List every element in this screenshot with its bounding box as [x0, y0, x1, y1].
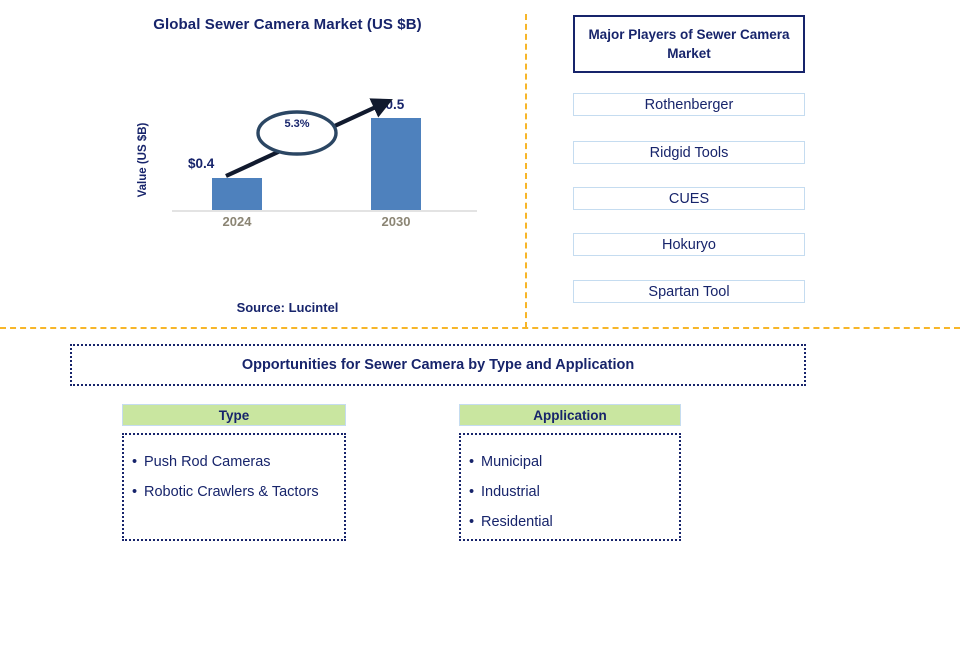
- source-note: Source: Lucintel: [236, 300, 339, 315]
- list-item: Industrial: [469, 477, 679, 507]
- column-header-type: Type: [122, 404, 346, 426]
- y-axis-label: Value (US $B): [137, 122, 149, 198]
- horizontal-divider: [0, 327, 960, 329]
- infographic-page: Global Sewer Camera Market (US $B) Value…: [0, 0, 960, 653]
- player-item[interactable]: CUES: [573, 187, 805, 210]
- application-list: Municipal Industrial Residential: [469, 447, 679, 537]
- player-item[interactable]: Ridgid Tools: [573, 141, 805, 164]
- cagr-label: 5.3%: [284, 118, 310, 130]
- players-panel-header: Major Players of Sewer Camera Market: [573, 15, 805, 73]
- bar-chart: Value (US $B) $0.4 $0.5 2024 2030 5.3%: [137, 90, 480, 240]
- player-item[interactable]: Rothenberger: [573, 93, 805, 116]
- cagr-callout-graphic: [225, 98, 393, 178]
- player-item[interactable]: Spartan Tool: [573, 280, 805, 303]
- opportunities-banner: Opportunities for Sewer Camera by Type a…: [70, 344, 806, 386]
- list-item: Municipal: [469, 447, 679, 477]
- column-box-application: Municipal Industrial Residential: [459, 433, 681, 541]
- list-item: Push Rod Cameras: [132, 447, 344, 477]
- chart-title: Global Sewer Camera Market (US $B): [153, 16, 422, 33]
- list-item: Residential: [469, 507, 679, 537]
- list-item: Robotic Crawlers & Tactors: [132, 477, 344, 507]
- player-item[interactable]: Hokuryo: [573, 233, 805, 256]
- vertical-divider: [525, 14, 527, 328]
- column-box-type: Push Rod Cameras Robotic Crawlers & Tact…: [122, 433, 346, 541]
- column-header-application: Application: [459, 404, 681, 426]
- type-list: Push Rod Cameras Robotic Crawlers & Tact…: [132, 447, 344, 507]
